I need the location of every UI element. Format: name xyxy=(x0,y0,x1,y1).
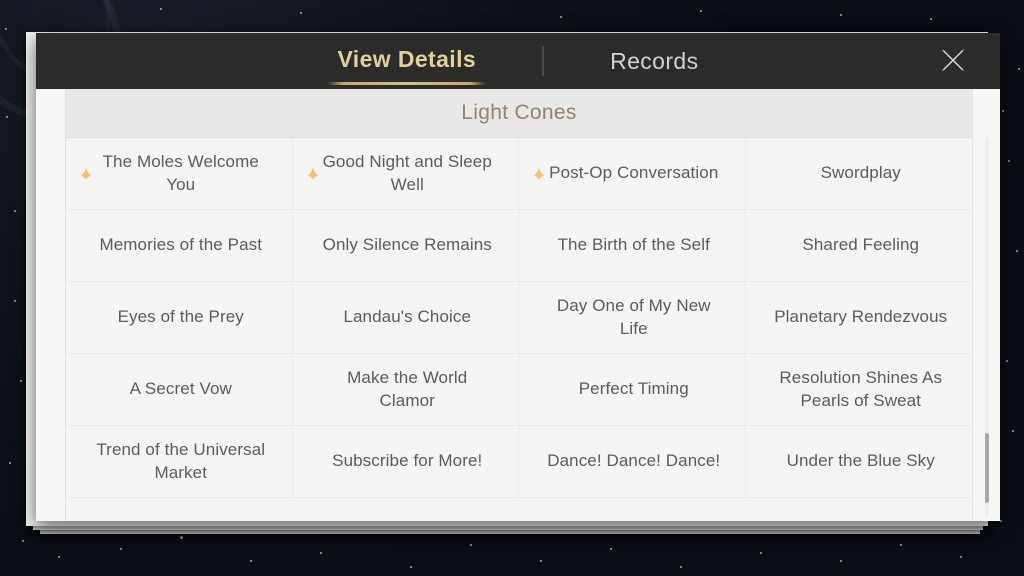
light-cone-cell[interactable]: Day One of My New Life xyxy=(519,282,746,354)
background-star xyxy=(9,462,11,464)
window-titlebar: View Details Records xyxy=(36,33,1000,89)
tab-records[interactable]: Records xyxy=(586,48,722,75)
tab-bar: View Details Records xyxy=(36,33,1000,89)
light-cone-cell[interactable]: Trend of the Universal Market xyxy=(66,426,293,498)
light-cone-cell[interactable]: Eyes of the Prey xyxy=(66,282,293,354)
scrollbar-thumb[interactable] xyxy=(985,433,989,503)
light-cone-cell[interactable]: Resolution Shines As Pearls of Sweat xyxy=(745,354,972,426)
light-cone-name: Perfect Timing xyxy=(578,379,689,399)
new-item-marker-icon xyxy=(81,167,91,180)
background-star xyxy=(180,536,183,539)
light-cone-name: Eyes of the Prey xyxy=(117,307,244,327)
light-cone-name: Under the Blue Sky xyxy=(786,451,935,471)
light-cone-name: A Secret Vow xyxy=(129,379,232,399)
background-star xyxy=(22,540,24,542)
light-cone-name: The Moles Welcome You xyxy=(102,151,259,194)
light-cone-name: Planetary Rendezvous xyxy=(774,307,948,327)
light-cone-name: Dance! Dance! Dance! xyxy=(547,451,721,471)
background-star xyxy=(930,18,932,20)
light-cone-cell[interactable]: Dance! Dance! Dance! xyxy=(519,426,746,498)
window-body: Light Cones The Moles Welcome You Good Ni… xyxy=(36,89,1000,521)
tab-view-details[interactable]: View Details xyxy=(313,45,500,85)
new-item-marker-icon xyxy=(534,167,544,180)
light-cone-name: Memories of the Past xyxy=(99,235,263,255)
light-cone-name: Landau's Choice xyxy=(343,307,472,327)
background-star xyxy=(1016,250,1018,252)
light-cone-cell[interactable]: Good Night and Sleep Well xyxy=(292,138,519,210)
background-star xyxy=(120,548,122,550)
background-star xyxy=(900,544,902,546)
light-cone-name: Subscribe for More! xyxy=(332,451,483,471)
background-star xyxy=(5,28,7,30)
background-star xyxy=(14,210,16,212)
background-star xyxy=(1002,110,1004,112)
tab-view-details-label: View Details xyxy=(337,45,477,72)
section-header: Light Cones xyxy=(66,89,972,138)
light-cone-name: The Birth of the Self xyxy=(557,235,710,255)
background-star xyxy=(1006,360,1008,362)
light-cone-name: Shared Feeling xyxy=(802,235,920,255)
light-cone-cell[interactable]: Memories of the Past xyxy=(66,210,293,282)
background-star xyxy=(14,300,16,302)
background-star xyxy=(320,552,322,554)
background-star xyxy=(410,566,412,568)
new-item-marker-icon xyxy=(307,167,318,180)
background-star xyxy=(680,566,682,568)
light-cone-name: Only Silence Remains xyxy=(322,235,492,255)
light-cone-cell[interactable]: Swordplay xyxy=(745,138,972,210)
light-cone-cell[interactable]: Under the Blue Sky xyxy=(745,426,972,498)
light-cone-name: Trend of the Universal Market xyxy=(96,439,266,482)
background-star xyxy=(1018,68,1020,70)
light-cone-cell[interactable]: The Birth of the Self xyxy=(519,210,746,282)
background-star xyxy=(300,12,302,14)
active-tab-underline xyxy=(327,81,487,85)
background-star xyxy=(58,556,60,558)
light-cone-cell[interactable]: Shared Feeling xyxy=(745,210,972,282)
light-cone-name: Good Night and Sleep Well xyxy=(322,151,492,194)
background-star xyxy=(250,560,252,562)
light-cone-cell[interactable]: Perfect Timing xyxy=(519,354,746,426)
light-cone-name: Day One of My New Life xyxy=(556,295,711,338)
background-star xyxy=(20,380,22,382)
light-cone-cell[interactable]: Post-Op Conversation xyxy=(519,138,746,210)
background-star xyxy=(1012,430,1014,432)
light-cone-name: Make the World Clamor xyxy=(347,367,468,410)
tab-divider xyxy=(542,46,545,76)
app-screen: View Details Records Light Cones The Mol… xyxy=(0,0,1024,576)
light-cone-cell[interactable]: Make the World Clamor xyxy=(292,354,519,426)
background-star xyxy=(560,16,562,18)
light-cone-cell[interactable]: Landau's Choice xyxy=(292,282,519,354)
close-x-icon xyxy=(942,49,964,72)
light-cone-name: Resolution Shines As Pearls of Sweat xyxy=(779,367,943,410)
background-star xyxy=(470,544,472,546)
background-star xyxy=(840,14,842,16)
light-cone-cell[interactable]: A Secret Vow xyxy=(66,354,293,426)
light-cone-cell[interactable]: The Moles Welcome You xyxy=(66,138,293,210)
light-cone-name: Swordplay xyxy=(820,163,901,183)
close-button[interactable] xyxy=(934,42,972,80)
scrollbar-track[interactable] xyxy=(985,137,989,517)
background-star xyxy=(840,560,842,562)
light-cone-grid: The Moles Welcome You Good Night and Slee… xyxy=(66,138,972,498)
light-cone-cell[interactable]: Subscribe for More! xyxy=(292,426,519,498)
background-star xyxy=(700,10,702,12)
light-cone-cell[interactable]: Only Silence Remains xyxy=(292,210,519,282)
background-star xyxy=(610,548,612,550)
light-cone-cell[interactable]: Planetary Rendezvous xyxy=(745,282,972,354)
background-star xyxy=(160,8,162,10)
tab-records-label: Records xyxy=(610,47,699,74)
background-star xyxy=(1008,160,1010,162)
details-window: View Details Records Light Cones The Mol… xyxy=(36,33,1000,521)
background-star xyxy=(6,116,8,118)
background-star xyxy=(540,560,542,562)
background-star xyxy=(1000,520,1002,522)
background-star xyxy=(960,556,962,558)
section-title: Light Cones xyxy=(461,101,577,124)
content-frame: Light Cones The Moles Welcome You Good Ni… xyxy=(65,89,973,521)
light-cone-name: Post-Op Conversation xyxy=(549,163,719,183)
background-star xyxy=(760,552,762,554)
